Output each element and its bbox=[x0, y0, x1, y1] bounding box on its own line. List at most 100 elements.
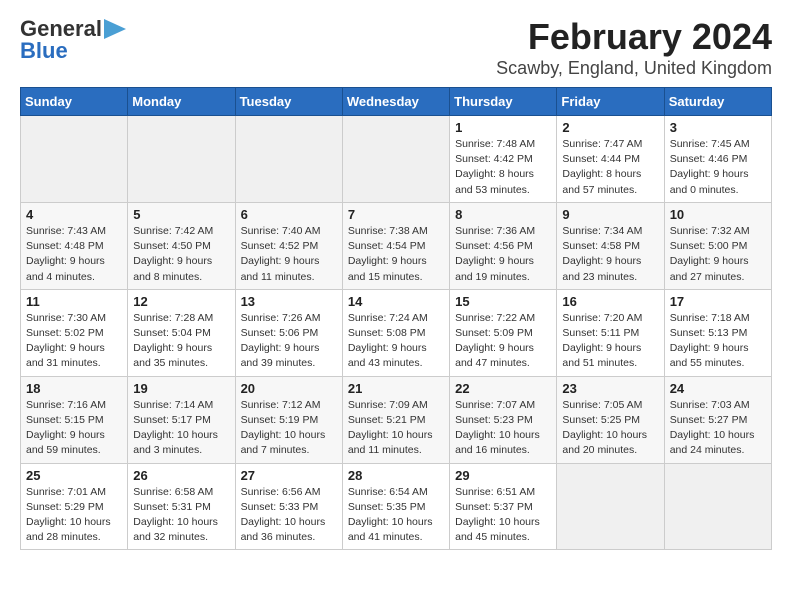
calendar-cell: 9 Sunrise: 7:34 AM Sunset: 4:58 PM Daylig… bbox=[557, 202, 664, 289]
calendar-cell: 3 Sunrise: 7:45 AM Sunset: 4:46 PM Daylig… bbox=[664, 116, 771, 203]
calendar-cell: 15 Sunrise: 7:22 AM Sunset: 5:09 PM Dayli… bbox=[450, 289, 557, 376]
day-number: 25 bbox=[26, 468, 122, 483]
calendar-header-saturday: Saturday bbox=[664, 88, 771, 116]
day-number: 15 bbox=[455, 294, 551, 309]
day-number: 2 bbox=[562, 120, 658, 135]
day-number: 21 bbox=[348, 381, 444, 396]
day-info: Sunrise: 7:22 AM Sunset: 5:09 PM Dayligh… bbox=[455, 311, 551, 372]
day-info: Sunrise: 7:14 AM Sunset: 5:17 PM Dayligh… bbox=[133, 398, 229, 459]
calendar-cell bbox=[557, 463, 664, 550]
calendar-week-row: 11 Sunrise: 7:30 AM Sunset: 5:02 PM Dayli… bbox=[21, 289, 772, 376]
calendar-cell: 12 Sunrise: 7:28 AM Sunset: 5:04 PM Dayli… bbox=[128, 289, 235, 376]
calendar-cell: 1 Sunrise: 7:48 AM Sunset: 4:42 PM Daylig… bbox=[450, 116, 557, 203]
day-info: Sunrise: 7:05 AM Sunset: 5:25 PM Dayligh… bbox=[562, 398, 658, 459]
calendar-cell: 5Sunrise: 7:42 AM Sunset: 4:50 PM Daylig… bbox=[128, 202, 235, 289]
day-info: Sunrise: 7:26 AM Sunset: 5:06 PM Dayligh… bbox=[241, 311, 337, 372]
calendar-cell bbox=[235, 116, 342, 203]
day-number: 4 bbox=[26, 207, 122, 222]
day-number: 8 bbox=[455, 207, 551, 222]
calendar-cell: 13 Sunrise: 7:26 AM Sunset: 5:06 PM Dayli… bbox=[235, 289, 342, 376]
calendar-cell: 14Sunrise: 7:24 AM Sunset: 5:08 PM Dayli… bbox=[342, 289, 449, 376]
calendar-cell: 23 Sunrise: 7:05 AM Sunset: 5:25 PM Dayli… bbox=[557, 376, 664, 463]
day-info: Sunrise: 7:12 AM Sunset: 5:19 PM Dayligh… bbox=[241, 398, 337, 459]
calendar-header-sunday: Sunday bbox=[21, 88, 128, 116]
day-info: Sunrise: 7:38 AM Sunset: 4:54 PM Dayligh… bbox=[348, 224, 444, 285]
calendar-cell: 24 Sunrise: 7:03 AM Sunset: 5:27 PM Dayli… bbox=[664, 376, 771, 463]
day-number: 28 bbox=[348, 468, 444, 483]
calendar-cell: 27 Sunrise: 6:56 AM Sunset: 5:33 PM Dayli… bbox=[235, 463, 342, 550]
calendar-cell: 7 Sunrise: 7:38 AM Sunset: 4:54 PM Daylig… bbox=[342, 202, 449, 289]
day-number: 23 bbox=[562, 381, 658, 396]
calendar-cell: 20Sunrise: 7:12 AM Sunset: 5:19 PM Dayli… bbox=[235, 376, 342, 463]
day-number: 12 bbox=[133, 294, 229, 309]
calendar-cell bbox=[664, 463, 771, 550]
day-info: Sunrise: 7:09 AM Sunset: 5:21 PM Dayligh… bbox=[348, 398, 444, 459]
calendar-cell: 4 Sunrise: 7:43 AM Sunset: 4:48 PM Daylig… bbox=[21, 202, 128, 289]
day-info: Sunrise: 7:18 AM Sunset: 5:13 PM Dayligh… bbox=[670, 311, 766, 372]
day-info: Sunrise: 6:54 AM Sunset: 5:35 PM Dayligh… bbox=[348, 485, 444, 546]
page-subtitle: Scawby, England, United Kingdom bbox=[496, 58, 772, 79]
calendar-header-thursday: Thursday bbox=[450, 88, 557, 116]
day-number: 26 bbox=[133, 468, 229, 483]
calendar-cell bbox=[128, 116, 235, 203]
day-info: Sunrise: 7:03 AM Sunset: 5:27 PM Dayligh… bbox=[670, 398, 766, 459]
day-info: Sunrise: 7:32 AM Sunset: 5:00 PM Dayligh… bbox=[670, 224, 766, 285]
logo-text-blue: Blue bbox=[20, 38, 68, 64]
day-info: Sunrise: 6:51 AM Sunset: 5:37 PM Dayligh… bbox=[455, 485, 551, 546]
calendar-week-row: 18 Sunrise: 7:16 AM Sunset: 5:15 PM Dayli… bbox=[21, 376, 772, 463]
day-number: 1 bbox=[455, 120, 551, 135]
calendar-cell: 19Sunrise: 7:14 AM Sunset: 5:17 PM Dayli… bbox=[128, 376, 235, 463]
day-number: 18 bbox=[26, 381, 122, 396]
day-info: Sunrise: 6:56 AM Sunset: 5:33 PM Dayligh… bbox=[241, 485, 337, 546]
day-number: 7 bbox=[348, 207, 444, 222]
calendar-cell: 6 Sunrise: 7:40 AM Sunset: 4:52 PM Daylig… bbox=[235, 202, 342, 289]
page-title: February 2024 bbox=[496, 16, 772, 58]
calendar-cell: 21 Sunrise: 7:09 AM Sunset: 5:21 PM Dayli… bbox=[342, 376, 449, 463]
calendar-header-monday: Monday bbox=[128, 88, 235, 116]
day-info: Sunrise: 7:48 AM Sunset: 4:42 PM Dayligh… bbox=[455, 137, 551, 198]
day-info: Sunrise: 7:28 AM Sunset: 5:04 PM Dayligh… bbox=[133, 311, 229, 372]
day-info: Sunrise: 7:30 AM Sunset: 5:02 PM Dayligh… bbox=[26, 311, 122, 372]
calendar-cell: 29 Sunrise: 6:51 AM Sunset: 5:37 PM Dayli… bbox=[450, 463, 557, 550]
day-info: Sunrise: 6:58 AM Sunset: 5:31 PM Dayligh… bbox=[133, 485, 229, 546]
day-number: 22 bbox=[455, 381, 551, 396]
day-number: 11 bbox=[26, 294, 122, 309]
day-info: Sunrise: 7:07 AM Sunset: 5:23 PM Dayligh… bbox=[455, 398, 551, 459]
calendar-cell: 25 Sunrise: 7:01 AM Sunset: 5:29 PM Dayli… bbox=[21, 463, 128, 550]
calendar-week-row: 4 Sunrise: 7:43 AM Sunset: 4:48 PM Daylig… bbox=[21, 202, 772, 289]
day-number: 29 bbox=[455, 468, 551, 483]
calendar-cell bbox=[342, 116, 449, 203]
day-info: Sunrise: 7:43 AM Sunset: 4:48 PM Dayligh… bbox=[26, 224, 122, 285]
calendar-header-tuesday: Tuesday bbox=[235, 88, 342, 116]
calendar-cell: 28 Sunrise: 6:54 AM Sunset: 5:35 PM Dayli… bbox=[342, 463, 449, 550]
day-number: 6 bbox=[241, 207, 337, 222]
day-info: Sunrise: 7:47 AM Sunset: 4:44 PM Dayligh… bbox=[562, 137, 658, 198]
calendar-cell: 10Sunrise: 7:32 AM Sunset: 5:00 PM Dayli… bbox=[664, 202, 771, 289]
day-number: 9 bbox=[562, 207, 658, 222]
calendar-header-wednesday: Wednesday bbox=[342, 88, 449, 116]
day-number: 27 bbox=[241, 468, 337, 483]
calendar-cell: 22 Sunrise: 7:07 AM Sunset: 5:23 PM Dayli… bbox=[450, 376, 557, 463]
calendar-header-friday: Friday bbox=[557, 88, 664, 116]
calendar-cell: 18 Sunrise: 7:16 AM Sunset: 5:15 PM Dayli… bbox=[21, 376, 128, 463]
calendar-cell: 11 Sunrise: 7:30 AM Sunset: 5:02 PM Dayli… bbox=[21, 289, 128, 376]
day-info: Sunrise: 7:20 AM Sunset: 5:11 PM Dayligh… bbox=[562, 311, 658, 372]
day-info: Sunrise: 7:36 AM Sunset: 4:56 PM Dayligh… bbox=[455, 224, 551, 285]
calendar-cell: 16Sunrise: 7:20 AM Sunset: 5:11 PM Dayli… bbox=[557, 289, 664, 376]
calendar-cell bbox=[21, 116, 128, 203]
day-info: Sunrise: 7:45 AM Sunset: 4:46 PM Dayligh… bbox=[670, 137, 766, 198]
day-number: 14 bbox=[348, 294, 444, 309]
calendar-header-row: SundayMondayTuesdayWednesdayThursdayFrid… bbox=[21, 88, 772, 116]
day-number: 17 bbox=[670, 294, 766, 309]
day-info: Sunrise: 7:40 AM Sunset: 4:52 PM Dayligh… bbox=[241, 224, 337, 285]
day-info: Sunrise: 7:01 AM Sunset: 5:29 PM Dayligh… bbox=[26, 485, 122, 546]
day-number: 3 bbox=[670, 120, 766, 135]
calendar-week-row: 1 Sunrise: 7:48 AM Sunset: 4:42 PM Daylig… bbox=[21, 116, 772, 203]
logo-arrow-icon bbox=[104, 19, 126, 39]
day-number: 13 bbox=[241, 294, 337, 309]
day-number: 5 bbox=[133, 207, 229, 222]
day-info: Sunrise: 7:16 AM Sunset: 5:15 PM Dayligh… bbox=[26, 398, 122, 459]
day-number: 24 bbox=[670, 381, 766, 396]
day-info: Sunrise: 7:34 AM Sunset: 4:58 PM Dayligh… bbox=[562, 224, 658, 285]
calendar-cell: 17 Sunrise: 7:18 AM Sunset: 5:13 PM Dayli… bbox=[664, 289, 771, 376]
